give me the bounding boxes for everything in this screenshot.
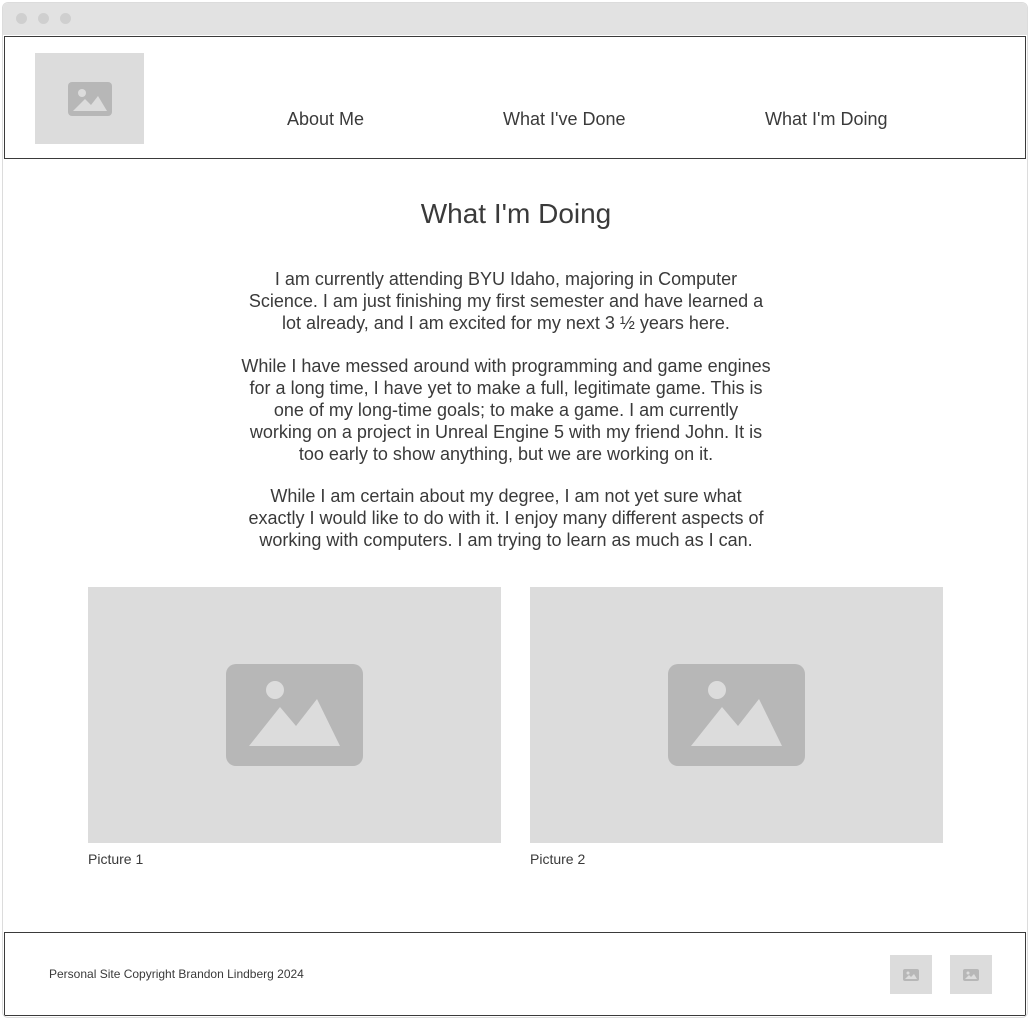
nav-about-me[interactable]: About Me [287,109,364,130]
image-placeholder-icon [963,968,979,981]
site-header: About Me What I've Done What I'm Doing [4,36,1026,159]
page-title: What I'm Doing [420,198,612,229]
social-link-1[interactable] [890,955,932,994]
projects-paragraph: While I have messed around with programm… [241,356,771,464]
window-close-dot[interactable] [16,13,27,24]
image-placeholder-icon [226,664,363,766]
copyright-text: Personal Site Copyright Brandon Lindberg… [49,967,304,981]
image-placeholder-icon [67,81,112,116]
image-placeholder-icon [903,968,919,981]
window-minimize-dot[interactable] [38,13,49,24]
goals-paragraph: While I am certain about my degree, I am… [248,486,764,550]
picture-1 [88,587,501,843]
image-placeholder-icon [668,664,805,766]
social-link-2[interactable] [950,955,992,994]
site-footer: Personal Site Copyright Brandon Lindberg… [4,932,1026,1016]
window-maximize-dot[interactable] [60,13,71,24]
picture-2 [530,587,943,843]
intro-paragraph: I am currently attending BYU Idaho, majo… [248,269,764,333]
window-titlebar [3,3,1027,35]
picture-2-caption: Picture 2 [530,851,586,867]
nav-what-im-doing[interactable]: What I'm Doing [765,109,887,130]
browser-window: About Me What I've Done What I'm Doing W… [2,2,1028,1018]
site-logo[interactable] [35,53,144,144]
picture-1-caption: Picture 1 [88,851,144,867]
nav-what-ive-done[interactable]: What I've Done [503,109,626,130]
